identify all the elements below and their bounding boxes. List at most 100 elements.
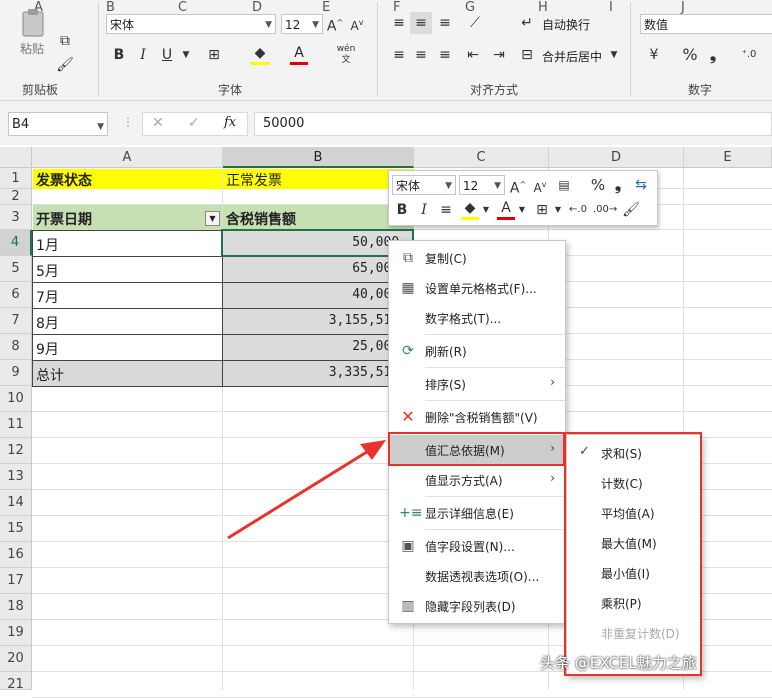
cell-a4[interactable]: 1月 [32, 230, 223, 257]
row-header-21[interactable]: 21 [0, 672, 32, 692]
font-name-combo[interactable]: 宋体 ▼ [106, 14, 276, 34]
accounting-format-icon[interactable]: ▤ [553, 174, 575, 196]
cell-b7[interactable]: 3,155,511. [222, 308, 414, 335]
cell-b9[interactable]: 3,335,511. [222, 360, 414, 387]
column-header-a[interactable]: A [32, 147, 223, 168]
copy-icon[interactable]: ⧉ [56, 30, 74, 52]
chevron-down-icon[interactable]: ▼ [481, 199, 491, 221]
menu-item-refresh[interactable]: ⟳ 刷新(R) [389, 336, 565, 366]
comma-style-icon[interactable]: ❟ [611, 174, 625, 196]
chevron-down-icon[interactable]: ▼ [553, 199, 563, 221]
cancel-icon[interactable]: ✕ [152, 115, 164, 131]
row-header-11[interactable]: 11 [0, 412, 32, 438]
row-header-5[interactable]: 5 [0, 256, 32, 282]
merge-center-button[interactable]: 合并后居中 [542, 48, 602, 65]
percent-button[interactable]: % [680, 44, 700, 66]
italic-button[interactable]: I [134, 44, 152, 66]
cell-b8[interactable]: 25,000. [222, 334, 414, 361]
comma-style-icon[interactable]: ❟ [706, 44, 720, 66]
fill-color-icon[interactable]: ◆ [250, 44, 270, 65]
bold-button[interactable]: B [110, 44, 128, 66]
column-header-c[interactable]: C [414, 147, 549, 168]
paste-label[interactable]: 粘贴 [20, 40, 44, 57]
grow-font-icon[interactable]: A^ [509, 174, 527, 200]
row-header-3[interactable]: 3 [0, 205, 32, 230]
row-header-14[interactable]: 14 [0, 490, 32, 516]
row-header-17[interactable]: 17 [0, 568, 32, 594]
cell-a5[interactable]: 5月 [32, 256, 223, 283]
menu-item-show-details[interactable]: +≡ 显示详细信息(E) [389, 498, 565, 528]
select-all-corner[interactable] [0, 147, 32, 168]
cell-b1[interactable]: 正常发票 [223, 169, 413, 189]
cell-b6[interactable]: 40,000. [222, 282, 414, 309]
row-header-18[interactable]: 18 [0, 594, 32, 620]
grow-font-icon[interactable]: A^ [326, 12, 344, 38]
row-header-15[interactable]: 15 [0, 516, 32, 542]
filter-dropdown-icon[interactable]: ▼ [205, 211, 220, 226]
cell-a1[interactable]: 发票状态 [33, 169, 222, 189]
row-header-1[interactable]: 1 [0, 168, 32, 189]
row-header-19[interactable]: 19 [0, 620, 32, 646]
menu-item-value-field-settings[interactable]: ▣ 值字段设置(N)... [389, 531, 565, 561]
font-color-icon[interactable]: A [290, 44, 308, 65]
underline-button[interactable]: U [158, 44, 176, 66]
insert-function-button[interactable]: fx [224, 115, 236, 130]
mini-font-combo[interactable]: 宋体 ▼ [392, 175, 456, 195]
font-color-icon[interactable]: A [497, 199, 515, 220]
currency-icon[interactable]: ¥ [644, 44, 664, 66]
format-table-icon[interactable]: ⇆ [631, 174, 651, 196]
mini-bold-button[interactable]: B [393, 199, 411, 221]
cell-a6[interactable]: 7月 [32, 282, 223, 309]
mini-percent-button[interactable]: % [589, 174, 607, 196]
row-header-10[interactable]: 10 [0, 386, 32, 412]
cell-a9[interactable]: 总计 [32, 360, 223, 387]
font-size-combo[interactable]: 12 ▼ [281, 14, 323, 34]
menu-item-hide-field-list[interactable]: ▥ 隐藏字段列表(D) [389, 591, 565, 621]
row-header-12[interactable]: 12 [0, 438, 32, 464]
chevron-down-icon[interactable]: ▼ [180, 44, 192, 66]
row-header-16[interactable]: 16 [0, 542, 32, 568]
format-painter-icon[interactable]: 🖌 [56, 54, 74, 76]
menu-item-sort[interactable]: 排序(S) › [389, 369, 565, 399]
row-header-8[interactable]: 8 [0, 334, 32, 360]
wrap-text-icon[interactable]: ↵ [516, 12, 538, 34]
column-header-d[interactable]: D [549, 147, 684, 168]
menu-item-delete-field[interactable]: ✕ 删除"含税销售额"(V) [389, 402, 565, 432]
align-middle-icon[interactable]: ≡ [410, 12, 432, 34]
chevron-down-icon[interactable]: ▼ [608, 44, 620, 66]
row-header-7[interactable]: 7 [0, 308, 32, 334]
column-header-e[interactable]: E [684, 147, 772, 168]
enter-icon[interactable]: ✓ [188, 115, 200, 131]
chevron-down-icon[interactable]: ▼ [517, 199, 527, 221]
menu-item-format-cells[interactable]: ▦ 设置单元格格式(F)... [389, 273, 565, 303]
row-header-6[interactable]: 6 [0, 282, 32, 308]
cell-b3[interactable]: 含税销售额 [223, 205, 413, 230]
paste-icon[interactable] [18, 8, 48, 38]
row-header-4[interactable]: 4 [0, 230, 32, 256]
fill-color-icon[interactable]: ◆ [461, 199, 479, 220]
orientation-icon[interactable]: ⟋ [464, 12, 486, 34]
mini-size-combo[interactable]: 12 ▼ [459, 175, 505, 195]
column-header-b[interactable]: B [223, 147, 414, 168]
align-left-icon[interactable]: ≡ [388, 44, 410, 66]
menu-item-number-format[interactable]: 数字格式(T)... [389, 303, 565, 333]
decrease-decimal-icon[interactable]: .00→ [593, 199, 617, 221]
menu-item-copy[interactable]: ⧉ 复制(C) [389, 243, 565, 273]
align-bottom-icon[interactable]: ≡ [434, 12, 456, 34]
row-header-20[interactable]: 20 [0, 646, 32, 672]
decrease-indent-icon[interactable]: ⇤ [462, 44, 484, 66]
increase-indent-icon[interactable]: ⇥ [488, 44, 510, 66]
border-icon[interactable]: ⊞ [204, 44, 224, 66]
cell-b5[interactable]: 65,000. [222, 256, 414, 283]
pinyin-icon[interactable]: wén 文 [334, 44, 358, 66]
row-header-13[interactable]: 13 [0, 464, 32, 490]
menu-item-pivot-options[interactable]: 数据透视表选项(O)... [389, 561, 565, 591]
align-center-icon[interactable]: ≡ [410, 44, 432, 66]
increase-decimal-icon[interactable]: ←.0 [567, 199, 589, 221]
merge-center-icon[interactable]: ⊟ [516, 44, 538, 66]
align-top-icon[interactable]: ≡ [388, 12, 410, 34]
format-painter-icon[interactable]: 🖌 [621, 199, 641, 221]
increase-decimal-icon[interactable]: ⁺.0 [734, 44, 764, 66]
row-header-9[interactable]: 9 [0, 360, 32, 386]
align-right-icon[interactable]: ≡ [434, 44, 456, 66]
